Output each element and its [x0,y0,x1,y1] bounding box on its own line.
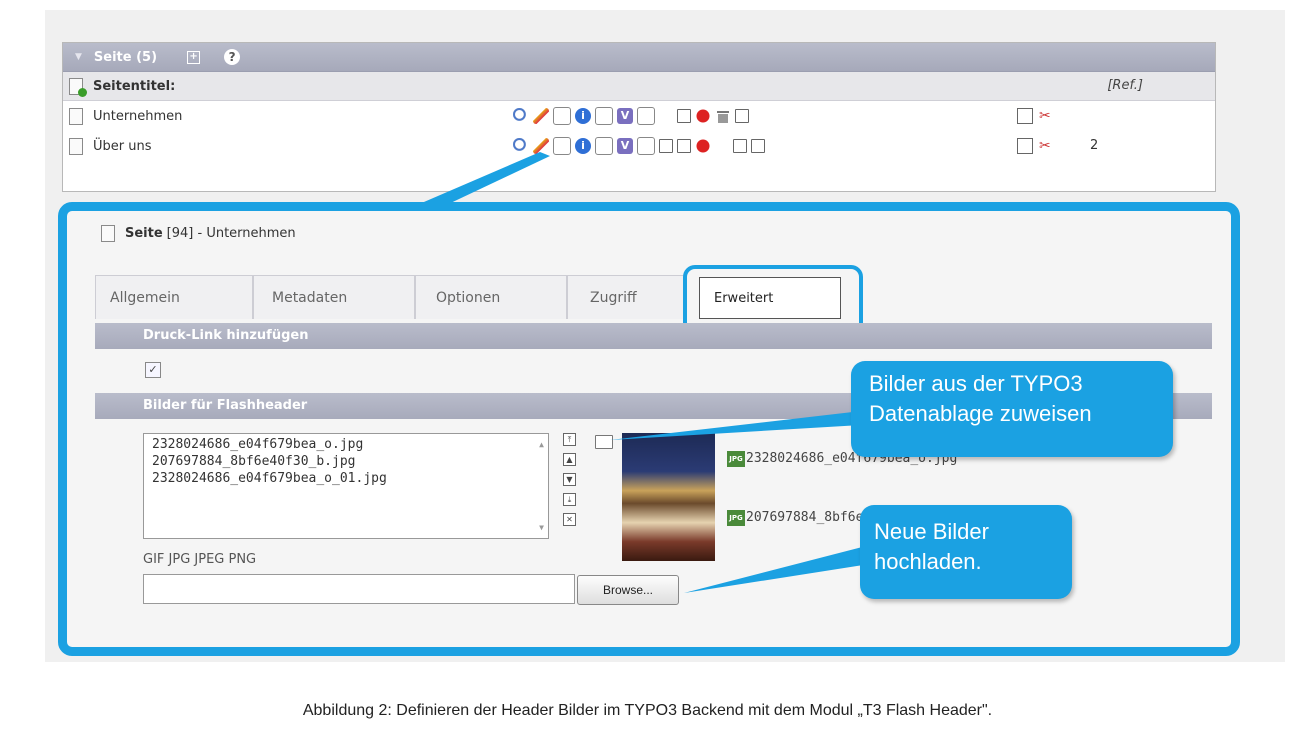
table-row[interactable]: Über uns i V ✂ 2 [63,131,1215,161]
row-count: 2 [1090,138,1099,153]
ref-label: [Ref.] [1107,78,1143,93]
record-id-title: [94] - Unternehmen [166,226,296,241]
clipboard-icons: ✂ [1017,131,1051,161]
version-icon[interactable]: V [617,108,633,124]
callout-pointer [410,152,550,208]
copy-icon[interactable] [1017,138,1033,154]
move-left-icon[interactable] [733,139,747,153]
tab-label: Metadaten [272,289,348,306]
info-icon[interactable]: i [575,108,591,124]
list-item[interactable]: 207697884_8bf6e40f30_b.jpg [152,453,540,470]
delete-icon[interactable] [715,108,731,124]
history-icon[interactable] [595,137,613,155]
callout-assign-images: Bilder aus der TYPO3 Datenablage zuweise… [851,361,1173,457]
move-right-icon[interactable] [751,139,765,153]
history-icon[interactable] [595,107,613,125]
copy-icon[interactable] [1017,108,1033,124]
browse-button[interactable]: Browse... [577,575,679,605]
callout-text: Bilder aus der TYPO3 [869,371,1083,396]
tab-bar: Allgemein Metadaten Optionen Zugriff Erw… [95,275,1215,321]
move-up-icon[interactable]: ▲ [563,453,576,466]
record-type: Seite [125,226,163,241]
page-title[interactable]: Über uns [93,139,152,154]
tab-allgemein[interactable]: Allgemein [95,275,253,319]
move-down-icon[interactable] [677,109,691,123]
version-icon[interactable]: V [617,138,633,154]
clipboard-icons: ✂ [1017,101,1051,131]
page-list-panel: ▼ Seite (5) + ? Seitentitel: [Ref.] Unte… [62,42,1216,192]
new-record-icon[interactable] [637,137,655,155]
hide-icon[interactable] [695,138,711,154]
section-print-link: Druck-Link hinzufügen [95,323,1212,349]
table-row[interactable]: Unternehmen i V ✂ [63,101,1215,131]
callout-text: hochladen. [874,549,982,574]
page-icon[interactable] [69,107,83,125]
page-icon[interactable] [69,137,83,155]
edit-icon[interactable] [533,108,549,124]
cut-icon[interactable]: ✂ [1039,109,1051,123]
move-bottom-icon[interactable]: ⤓ [563,493,576,506]
move-up-icon[interactable] [659,139,673,153]
move-down-icon[interactable] [677,139,691,153]
help-icon[interactable]: ? [224,49,241,65]
tab-metadaten[interactable]: Metadaten [253,275,415,319]
page-icon [101,225,115,242]
collapse-arrow-icon[interactable]: ▼ [75,52,82,62]
tab-label: Optionen [436,289,501,306]
hide-icon[interactable] [695,108,711,124]
column-title-label: Seitentitel: [93,78,176,94]
row-action-icons: i V [513,101,749,131]
remove-icon[interactable]: ✕ [563,513,576,526]
callout-upload-images: Neue Bilder hochladen. [860,505,1072,599]
view-icon[interactable] [513,108,529,124]
bubble-pointer [610,410,878,440]
new-record-icon[interactable] [637,107,655,125]
expand-plus-icon[interactable]: + [187,50,201,64]
bubble-pointer [684,545,876,593]
info-icon[interactable]: i [575,138,591,154]
figure-caption: Abbildung 2: Definieren der Header Bilde… [302,702,993,719]
list-controls: ⤒ ▲ ▼ ⤓ ✕ [563,433,577,533]
tab-optionen[interactable]: Optionen [415,275,567,319]
move-top-icon[interactable]: ⤒ [563,433,576,446]
page-title[interactable]: Unternehmen [93,109,182,124]
record-title: Seite [94] - Unternehmen [95,225,296,242]
move-icon[interactable] [553,107,571,125]
tab-zugriff[interactable]: Zugriff [567,275,687,319]
list-item[interactable]: 2328024686_e04f679bea_o_01.jpg [152,470,540,487]
allowed-types: GIF JPG JPEG PNG [143,552,257,567]
callout-text: Datenablage zuweisen [869,401,1092,426]
tab-label: Allgemein [110,289,180,306]
new-page-icon[interactable] [69,77,87,97]
panel-header: ▼ Seite (5) + ? [63,43,1215,72]
cut-icon[interactable]: ✂ [1039,139,1051,153]
move-down-icon[interactable]: ▼ [563,473,576,486]
upload-file-input[interactable] [143,574,575,604]
tab-label: Zugriff [590,289,637,306]
list-item[interactable]: 2328024686_e04f679bea_o.jpg [152,436,540,453]
callout-text: Neue Bilder [874,519,989,544]
scroll-up-icon[interactable]: ▲ [539,440,544,449]
print-link-checkbox[interactable]: ✓ [145,362,161,378]
image-file-list[interactable]: 2328024686_e04f679bea_o.jpg 207697884_8b… [143,433,549,539]
panel-title: Seite (5) [93,49,158,65]
move-left-icon[interactable] [735,109,749,123]
column-header-row: Seitentitel: [Ref.] [63,72,1215,101]
jpg-file-icon: JPG [727,510,745,526]
scroll-down-icon[interactable]: ▼ [539,523,544,532]
